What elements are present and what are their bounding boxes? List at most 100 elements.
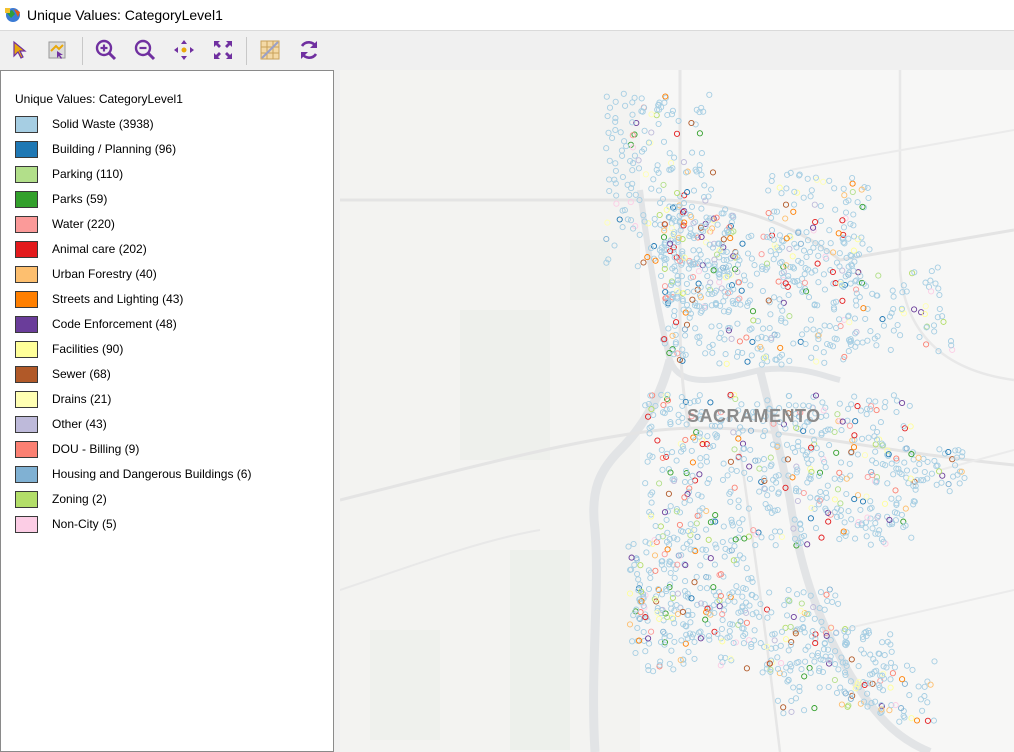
map-point: [889, 670, 896, 677]
map-point: [718, 625, 725, 633]
legend-item[interactable]: Other (43): [15, 414, 107, 434]
legend-item[interactable]: Parks (59): [15, 189, 107, 209]
select-map-button[interactable]: [42, 35, 72, 65]
map-point: [710, 442, 717, 449]
legend-item[interactable]: DOU - Billing (9): [15, 439, 139, 459]
legend-item[interactable]: Drains (21): [15, 389, 111, 409]
map-point: [924, 458, 931, 465]
map-point: [777, 344, 784, 351]
legend-item[interactable]: Zoning (2): [15, 489, 107, 509]
map-point: [790, 340, 797, 347]
map-point: [862, 315, 869, 322]
legend-item[interactable]: Non-City (5): [15, 514, 117, 534]
map-point: [811, 658, 818, 665]
map-point: [702, 616, 709, 623]
map-point: [845, 348, 852, 355]
map-point: [645, 663, 652, 670]
map-point: [704, 433, 711, 440]
legend-item[interactable]: Building / Planning (96): [15, 139, 176, 159]
legend-item[interactable]: Facilities (90): [15, 339, 123, 359]
map-point: [910, 456, 917, 463]
map-point: [789, 253, 796, 260]
map-point: [756, 465, 763, 472]
legend-item[interactable]: Water (220): [15, 214, 115, 234]
map-point: [691, 579, 698, 586]
map-point: [640, 259, 647, 266]
refresh-button[interactable]: [294, 35, 324, 65]
legend-item[interactable]: Solid Waste (3938): [15, 114, 154, 134]
map-view[interactable]: SACRAMENTO: [340, 70, 1014, 752]
map-point: [751, 262, 758, 269]
map-point: [669, 449, 676, 456]
map-point: [711, 561, 718, 568]
map-point: [776, 184, 783, 191]
map-point: [805, 460, 812, 467]
map-point: [749, 338, 756, 345]
map-point: [824, 340, 831, 348]
map-point: [697, 628, 704, 635]
legend-item[interactable]: Parking (110): [15, 164, 123, 184]
map-point: [668, 159, 675, 167]
map-point: [780, 710, 787, 717]
map-point: [735, 497, 742, 504]
map-point: [664, 397, 672, 404]
map-point: [689, 459, 696, 466]
map-point: [788, 697, 795, 704]
map-point: [888, 460, 895, 467]
map-point: [843, 475, 850, 482]
map-point: [842, 690, 849, 697]
map-point: [822, 489, 830, 496]
map-point: [656, 480, 663, 487]
map-point: [782, 215, 789, 222]
basemap-button[interactable]: [255, 35, 285, 65]
map-point: [720, 523, 727, 530]
legend-swatch: [15, 440, 38, 458]
zoom-in-button[interactable]: [91, 35, 121, 65]
map-point: [791, 201, 798, 208]
legend-item[interactable]: Streets and Lighting (43): [15, 289, 183, 309]
map-point: [927, 277, 934, 284]
map-point: [826, 227, 833, 234]
map-point: [902, 505, 909, 512]
legend-item[interactable]: Sewer (68): [15, 364, 111, 384]
map-point: [761, 466, 768, 473]
map-point: [659, 466, 666, 473]
map-point: [705, 283, 712, 290]
full-extent-button[interactable]: [208, 35, 238, 65]
map-point: [829, 598, 836, 606]
map-point: [915, 683, 922, 690]
map-point: [765, 187, 772, 194]
map-point: [690, 220, 697, 227]
map-point: [811, 705, 818, 712]
map-point: [696, 392, 703, 399]
map-point: [879, 639, 886, 646]
map-point: [734, 296, 741, 303]
legend-item[interactable]: Code Enforcement (48): [15, 314, 177, 334]
map-point: [707, 555, 714, 562]
map-point: [683, 301, 691, 308]
map-point: [831, 475, 838, 482]
map-point: [807, 316, 815, 323]
legend-label: Non-City (5): [52, 517, 117, 531]
zoom-out-button[interactable]: [130, 35, 160, 65]
map-point: [824, 597, 831, 605]
select-pointer-button[interactable]: [5, 35, 35, 65]
map-point: [691, 638, 698, 646]
legend-item[interactable]: Housing and Dangerous Buildings (6): [15, 464, 251, 484]
map-point: [726, 628, 733, 635]
pan-button[interactable]: [169, 35, 199, 65]
map-point: [748, 352, 755, 359]
map-point: [728, 335, 735, 342]
legend-swatch: [15, 315, 38, 333]
map-point: [808, 187, 815, 194]
map-point: [713, 544, 720, 551]
map-point: [875, 512, 882, 519]
map-point: [760, 433, 767, 440]
map-point: [821, 359, 828, 366]
map-point: [648, 111, 655, 118]
map-point: [670, 666, 677, 673]
legend-item[interactable]: Urban Forestry (40): [15, 264, 157, 284]
map-point: [808, 354, 815, 361]
legend-item[interactable]: Animal care (202): [15, 239, 147, 259]
map-city-label: SACRAMENTO: [687, 406, 821, 426]
